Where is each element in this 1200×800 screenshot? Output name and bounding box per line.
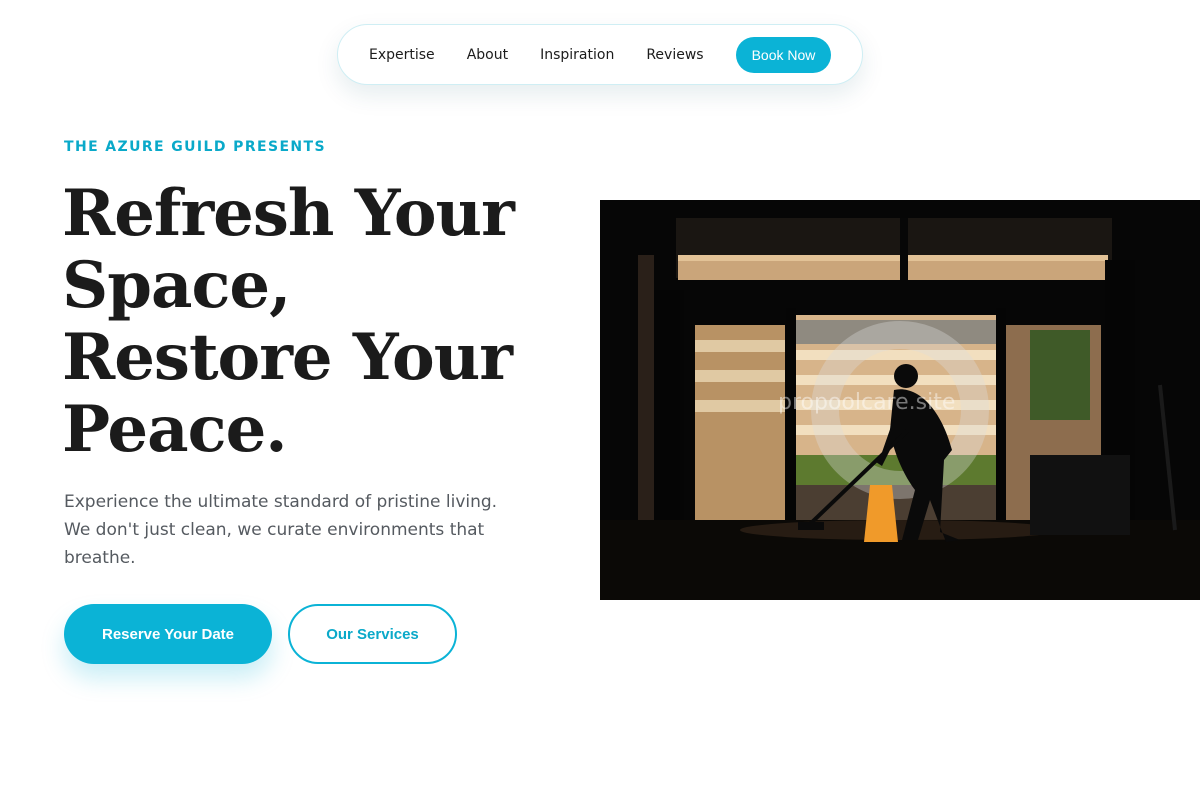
reserve-date-button[interactable]: Reserve Your Date <box>64 604 272 664</box>
nav-link-expertise[interactable]: Expertise <box>369 47 435 63</box>
top-nav: Expertise About Inspiration Reviews Book… <box>337 24 863 85</box>
headline-line-3: Restore Your <box>62 320 513 395</box>
hero-image: propoolcare.site <box>600 200 1200 600</box>
our-services-button[interactable]: Our Services <box>288 604 457 664</box>
headline-line-2: Space, <box>62 248 291 323</box>
hero-headline: Refresh Your Space, Restore Your Peace. <box>62 178 562 466</box>
nav-link-inspiration[interactable]: Inspiration <box>540 47 614 63</box>
book-now-button[interactable]: Book Now <box>735 36 832 73</box>
hero-eyebrow: THE AZURE GUILD PRESENTS <box>64 139 326 155</box>
image-watermark: propoolcare.site <box>778 390 956 415</box>
headline-line-1: Refresh Your <box>62 176 515 251</box>
landing-page: Expertise About Inspiration Reviews Book… <box>0 0 1200 800</box>
headline-line-4: Peace. <box>62 392 288 467</box>
nav-link-about[interactable]: About <box>467 47 508 63</box>
hero-subcopy: Experience the ultimate standard of pris… <box>64 492 498 568</box>
nav-link-reviews[interactable]: Reviews <box>646 47 703 63</box>
